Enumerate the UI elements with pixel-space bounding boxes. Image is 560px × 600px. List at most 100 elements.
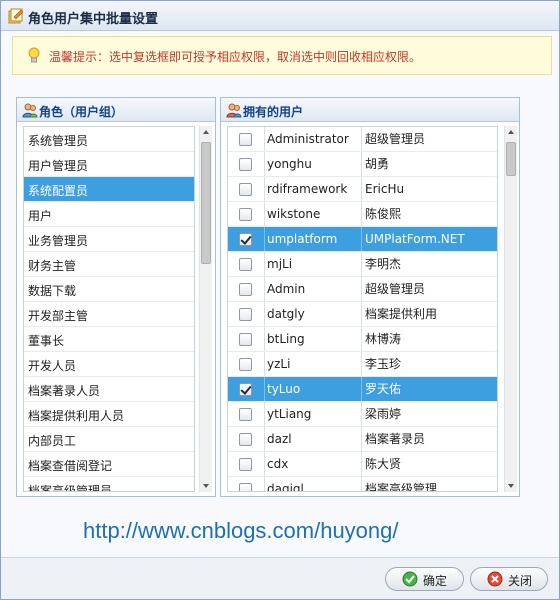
user-row[interactable]: yonghu 胡勇 xyxy=(228,152,497,177)
user-name: 梁雨婷 xyxy=(361,402,401,426)
user-account: Administrator xyxy=(264,127,349,151)
user-name: 档案提供利用 xyxy=(361,302,437,326)
user-account: rdiframework xyxy=(264,177,347,201)
user-name: 林博涛 xyxy=(361,327,401,351)
role-label: 业务管理员 xyxy=(28,234,89,248)
user-row[interactable]: datgly 档案提供利用 xyxy=(228,302,497,327)
user-checkbox[interactable] xyxy=(239,308,252,321)
user-checkbox[interactable] xyxy=(239,433,252,446)
user-account: mjLi xyxy=(264,252,292,276)
role-list-item[interactable]: 档案高级管理员 xyxy=(24,477,194,492)
role-list-item[interactable]: 内部员工 xyxy=(24,427,194,452)
lightbulb-icon xyxy=(28,47,40,63)
user-row[interactable]: Admin 超级管理员 xyxy=(228,277,497,302)
user-checkbox[interactable] xyxy=(239,483,252,491)
user-checkbox[interactable] xyxy=(239,183,252,196)
user-account: Admin xyxy=(264,277,305,301)
roles-panel: 角色（用户组） 系统管理员用户管理员系统配置员用户业务管理员财务主管数据下载开发… xyxy=(16,97,216,497)
scroll-down-arrow-icon[interactable] xyxy=(200,480,213,492)
role-label: 档案著录人员 xyxy=(28,384,101,398)
user-row[interactable]: rdiframework EricHu xyxy=(228,177,497,202)
user-checkbox[interactable] xyxy=(239,383,252,396)
users-icon xyxy=(226,103,242,118)
user-account: yonghu xyxy=(264,152,312,176)
user-checkbox[interactable] xyxy=(239,333,252,346)
user-row[interactable]: wikstone 陈俊熙 xyxy=(228,202,497,227)
user-checkbox[interactable] xyxy=(239,408,252,421)
user-name: 超级管理员 xyxy=(361,277,425,301)
role-label: 开发部主管 xyxy=(28,309,89,323)
user-row[interactable]: ytLiang 梁雨婷 xyxy=(228,402,497,427)
roles-scrollbar[interactable] xyxy=(199,126,212,492)
role-list-item[interactable]: 数据下载 xyxy=(24,277,194,302)
user-checkbox[interactable] xyxy=(239,133,252,146)
user-name: 陈俊熙 xyxy=(361,202,401,226)
user-checkbox[interactable] xyxy=(239,208,252,221)
role-list-item[interactable]: 用户 xyxy=(24,202,194,227)
scroll-down-arrow-icon[interactable] xyxy=(505,480,518,492)
role-list-item[interactable]: 系统管理员 xyxy=(24,127,194,152)
role-list: 系统管理员用户管理员系统配置员用户业务管理员财务主管数据下载开发部主管董事长开发… xyxy=(23,126,195,492)
role-list-item[interactable]: 财务主管 xyxy=(24,252,194,277)
users-panel: 拥有的用户 Administrator 超级管理员 yonghu 胡勇 rdiframe… xyxy=(220,97,520,497)
user-account: yzLi xyxy=(264,352,290,376)
scroll-thumb[interactable] xyxy=(506,142,516,176)
role-list-item[interactable]: 董事长 xyxy=(24,327,194,352)
watermark-url: http://www.cnblogs.com/huyong/ xyxy=(83,518,399,543)
role-label: 系统管理员 xyxy=(28,134,89,148)
user-row[interactable]: tyLuo 罗天佑 xyxy=(228,377,497,402)
user-row[interactable]: dazl 档案著录员 xyxy=(228,427,497,452)
tip-box: 温馨提示：选中复选框即可授予相应权限，取消选中则回收相应权限。 xyxy=(12,36,552,75)
user-row[interactable]: yzLi 李玉珍 xyxy=(228,352,497,377)
user-checkbox[interactable] xyxy=(239,283,252,296)
scroll-up-arrow-icon[interactable] xyxy=(200,126,213,138)
dialog-footer: 确定 关闭 xyxy=(1,557,559,599)
user-checkbox[interactable] xyxy=(239,233,252,246)
role-list-item[interactable]: 开发部主管 xyxy=(24,302,194,327)
user-name: 档案高级管理 xyxy=(361,477,437,491)
role-list-item[interactable]: 档案查借阅登记 xyxy=(24,452,194,477)
ok-button[interactable]: 确定 xyxy=(385,567,464,591)
user-account: umplatform xyxy=(264,227,337,251)
checkmark-icon xyxy=(402,571,418,587)
user-checkbox[interactable] xyxy=(239,258,252,271)
scroll-up-arrow-icon[interactable] xyxy=(505,126,518,138)
role-label: 系统配置员 xyxy=(28,184,89,198)
user-checkbox[interactable] xyxy=(239,358,252,371)
role-list-item[interactable]: 档案著录人员 xyxy=(24,377,194,402)
role-label: 内部员工 xyxy=(28,434,77,448)
role-list-item[interactable]: 系统配置员 xyxy=(24,177,194,202)
user-row[interactable]: umplatform UMPlatForm.NET xyxy=(228,227,497,252)
user-name: UMPlatForm.NET xyxy=(361,227,465,251)
user-name: 档案著录员 xyxy=(361,427,425,451)
role-list-item[interactable]: 用户管理员 xyxy=(24,152,194,177)
users-panel-title: 拥有的用户 xyxy=(243,105,304,119)
role-label: 档案查借阅登记 xyxy=(28,459,113,473)
role-label: 董事长 xyxy=(28,334,65,348)
user-row[interactable]: Administrator 超级管理员 xyxy=(228,127,497,152)
role-list-item[interactable]: 业务管理员 xyxy=(24,227,194,252)
user-row[interactable]: cdx 陈大贤 xyxy=(228,452,497,477)
user-row[interactable]: btLing 林博涛 xyxy=(228,327,497,352)
close-button-label: 关闭 xyxy=(508,574,533,588)
role-label: 档案提供利用人员 xyxy=(28,409,125,423)
role-label: 数据下载 xyxy=(28,284,77,298)
role-list-item[interactable]: 开发人员 xyxy=(24,352,194,377)
title-bar[interactable]: 角色用户集中批量设置 xyxy=(1,1,559,31)
ok-button-label: 确定 xyxy=(423,574,448,588)
role-label: 档案高级管理员 xyxy=(28,484,113,492)
roles-panel-header: 角色（用户组） xyxy=(17,98,215,122)
user-name: 超级管理员 xyxy=(361,127,425,151)
user-name: 罗天佑 xyxy=(361,377,401,401)
users-scrollbar[interactable] xyxy=(504,126,517,492)
user-row[interactable]: mjLi 李明杰 xyxy=(228,252,497,277)
role-list-item[interactable]: 档案提供利用人员 xyxy=(24,402,194,427)
user-name: 李明杰 xyxy=(361,252,401,276)
user-checkbox[interactable] xyxy=(239,158,252,171)
close-icon xyxy=(487,571,503,587)
close-button[interactable]: 关闭 xyxy=(470,567,548,591)
scroll-thumb[interactable] xyxy=(201,142,211,264)
user-account: dagjgl xyxy=(264,477,304,491)
user-row[interactable]: dagjgl 档案高级管理 xyxy=(228,477,497,491)
user-checkbox[interactable] xyxy=(239,458,252,471)
